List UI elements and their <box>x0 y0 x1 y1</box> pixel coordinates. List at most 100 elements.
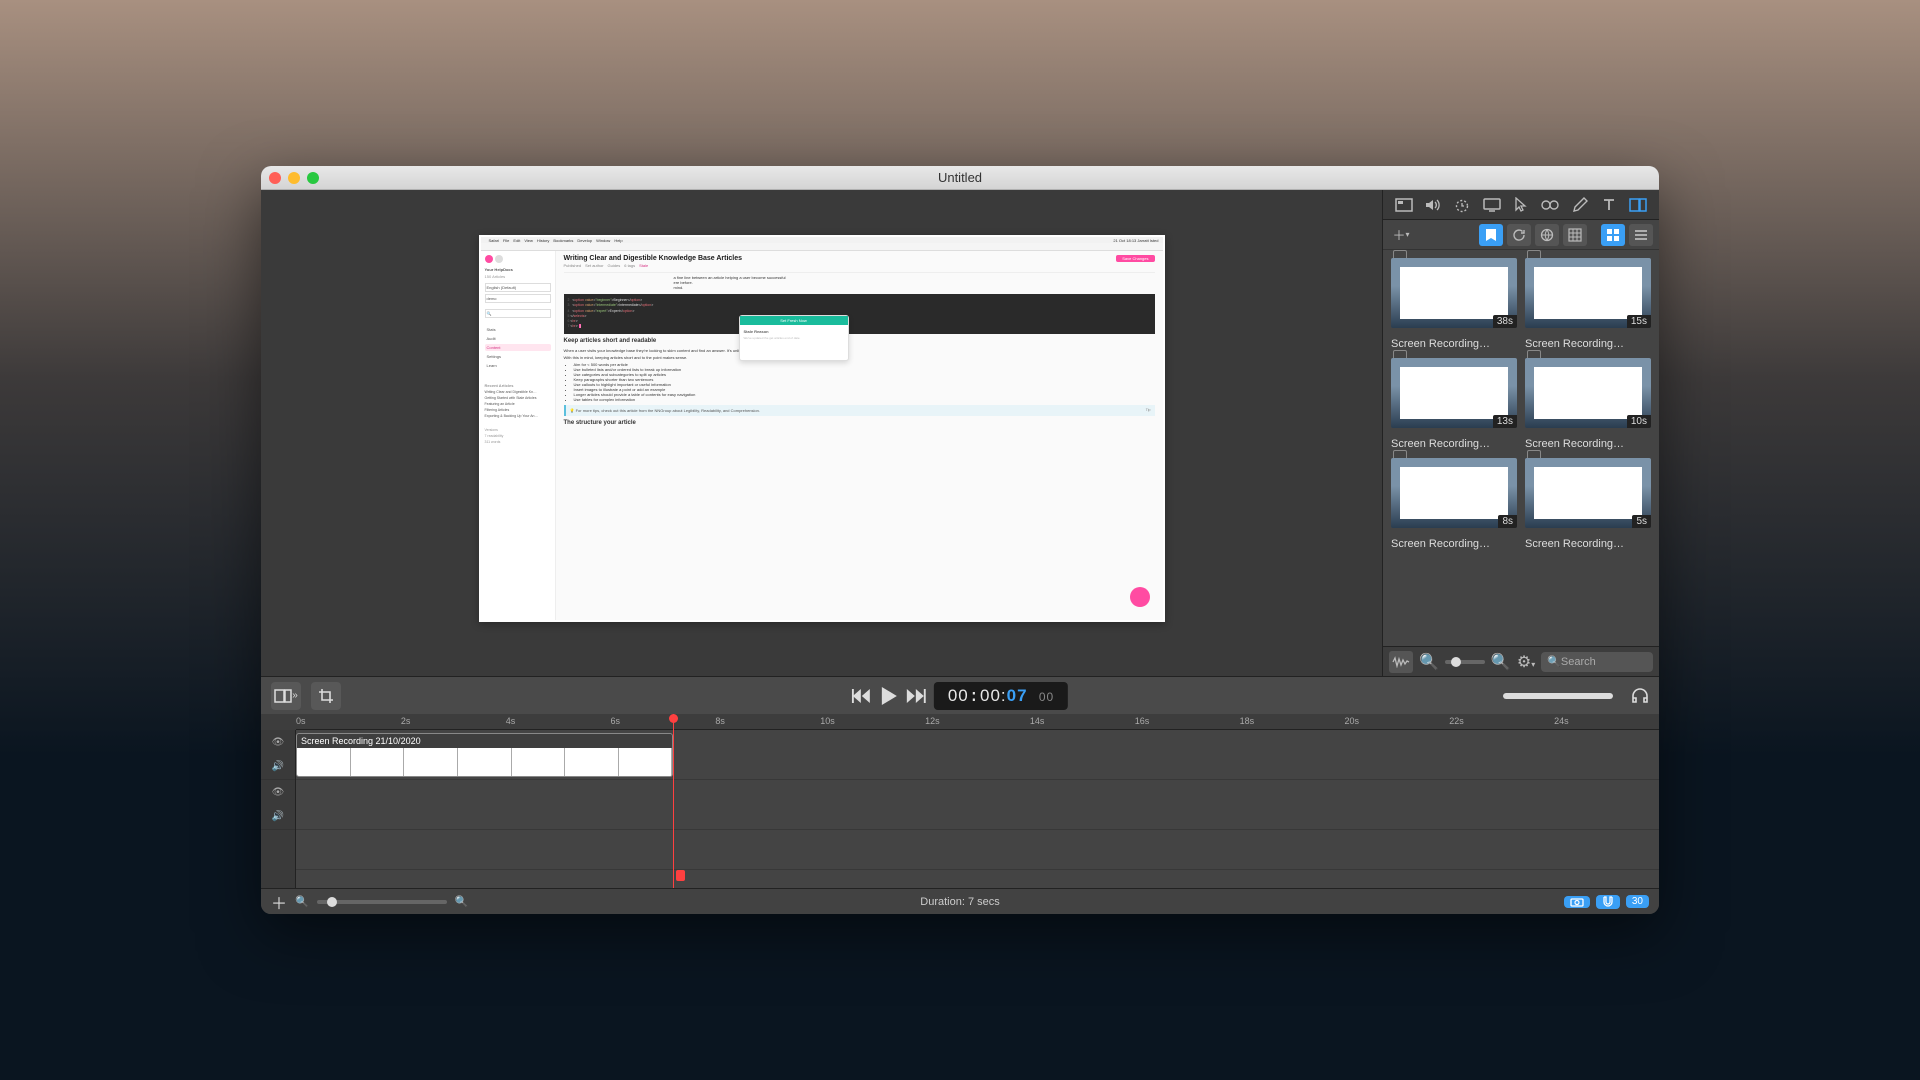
media-item[interactable]: 15sScreen Recording… <box>1525 258 1651 350</box>
eye-icon[interactable]: 👁 <box>272 787 285 798</box>
nav-settings: Settings <box>485 353 551 360</box>
crop-button[interactable] <box>311 682 341 710</box>
menu-item: Help <box>614 238 622 243</box>
ruler-tick: 24s <box>1554 716 1569 726</box>
menu-item: Window <box>596 238 610 243</box>
titlebar[interactable]: Untitled <box>261 166 1659 190</box>
zoom-in-icon[interactable]: 🔍 <box>1491 652 1511 672</box>
zoom-in-icon[interactable]: 🔍 <box>455 895 469 908</box>
env-select: demo <box>485 294 551 303</box>
timeline-zoom-slider[interactable] <box>317 900 447 904</box>
media-zoom-slider[interactable] <box>1445 660 1485 664</box>
empty-track[interactable] <box>296 830 1659 870</box>
media-thumbnail: 5s <box>1525 458 1651 528</box>
track-head-audio[interactable]: 👁 🔊 <box>261 780 295 830</box>
media-label: Screen Recording… <box>1391 538 1517 550</box>
zoom-out-icon[interactable]: 🔍 <box>1419 652 1439 672</box>
playhead[interactable] <box>673 714 674 888</box>
guides: Guides <box>608 263 621 268</box>
tc-ff: 00 <box>1039 690 1054 704</box>
view-list-icon[interactable] <box>1629 224 1653 246</box>
media-item[interactable]: 10sScreen Recording… <box>1525 358 1651 450</box>
transport-bar: » 00:00:07 00 <box>261 676 1659 714</box>
snapshot-button[interactable] <box>1564 896 1590 908</box>
eye-icon[interactable]: 👁 <box>272 737 285 748</box>
nav-stats: Stats <box>485 326 551 333</box>
tab-screen-icon[interactable] <box>1481 194 1503 216</box>
nav-audit: Audit <box>485 335 551 342</box>
media-item[interactable]: 8s Screen Recording… <box>1391 458 1517 550</box>
track-head-video[interactable]: 👁 🔊 <box>261 730 295 780</box>
minimize-window-button[interactable] <box>288 172 300 184</box>
end-marker[interactable] <box>676 870 685 881</box>
dialog-header: Set Fresh Now <box>740 316 848 325</box>
tc-ss: 07 <box>1007 686 1028 705</box>
tab-cursor-icon[interactable] <box>1510 194 1532 216</box>
filter-refresh-icon[interactable] <box>1507 224 1531 246</box>
tab-pencil-icon[interactable] <box>1569 194 1591 216</box>
inspector-tabs <box>1383 190 1659 220</box>
magnet-button[interactable] <box>1596 895 1620 909</box>
inspector-footer: 🔍 🔍 ⚙▾ 🔍 Search <box>1383 646 1659 676</box>
media-item[interactable]: 5s Screen Recording… <box>1525 458 1651 550</box>
media-thumbnail: 8s <box>1391 458 1517 528</box>
skip-forward-button[interactable] <box>906 688 926 704</box>
meta: 311 words <box>485 440 551 444</box>
timeline-ruler[interactable]: 0s2s4s6s8s10s12s14s16s18s20s22s24s <box>296 714 1659 730</box>
ruler-tick: 22s <box>1449 716 1464 726</box>
filter-grid-icon[interactable] <box>1563 224 1587 246</box>
zoom-window-button[interactable] <box>307 172 319 184</box>
ruler-tick: 0s <box>296 716 306 726</box>
media-thumbnail: 13s <box>1391 358 1517 428</box>
media-duration: 13s <box>1493 415 1517 428</box>
paragraph: When a user visits your knowledge base t… <box>564 348 1155 353</box>
article-title: Writing Clear and Digestible Knowledge B… <box>564 255 743 262</box>
media-item[interactable]: 38sScreen Recording… <box>1391 258 1517 350</box>
audio-track[interactable] <box>296 780 1659 830</box>
tab-timer-icon[interactable] <box>1451 194 1473 216</box>
layout-button[interactable]: » <box>271 682 301 710</box>
media-duration: 10s <box>1627 415 1651 428</box>
tc-mm: 00: <box>980 686 1007 705</box>
inspector-panel: ＋▾ 38sScreen Recording…15sScreen Recordi… <box>1382 190 1659 676</box>
track-rows[interactable]: Screen Recording 21/10/2020 <box>296 730 1659 888</box>
tip-text: For more tips, check out this article fr… <box>576 408 760 413</box>
tab-text-icon[interactable] <box>1598 194 1620 216</box>
play-button[interactable] <box>880 686 898 706</box>
tab-video-icon[interactable] <box>1393 194 1415 216</box>
filter-bookmark-icon[interactable] <box>1479 224 1503 246</box>
zoom-out-icon[interactable]: 🔍 <box>295 895 309 908</box>
frame-rate-badge[interactable]: 30 <box>1626 895 1649 908</box>
headphones-icon[interactable] <box>1631 688 1649 704</box>
view-grid-icon[interactable] <box>1601 224 1625 246</box>
search-placeholder: Search <box>1561 656 1596 668</box>
bullet: Use tables for complex information <box>574 397 1155 402</box>
gear-icon[interactable]: ⚙▾ <box>1517 652 1535 672</box>
volume-slider[interactable] <box>1503 693 1613 699</box>
close-window-button[interactable] <box>269 172 281 184</box>
skip-back-button[interactable] <box>852 688 872 704</box>
add-button[interactable]: ＋▾ <box>1389 224 1413 246</box>
tip-callout: 💡 For more tips, check out this article … <box>564 405 1155 416</box>
brand: Your HelpDocs <box>485 267 551 272</box>
canvas[interactable]: Safari File Edit View History Bookmarks … <box>261 190 1382 676</box>
tab-link-icon[interactable] <box>1539 194 1561 216</box>
recent-item: Featuring an Article <box>485 402 551 406</box>
media-item[interactable]: 13sScreen Recording… <box>1391 358 1517 450</box>
add-track-button[interactable]: ＋ <box>271 890 287 914</box>
filter-globe-icon[interactable] <box>1535 224 1559 246</box>
tab-audio-icon[interactable] <box>1422 194 1444 216</box>
audio-icon[interactable]: 🔊 <box>272 761 284 772</box>
media-library[interactable]: 38sScreen Recording…15sScreen Recording…… <box>1383 250 1659 646</box>
meta: 7 readability <box>485 434 551 438</box>
media-label: Screen Recording… <box>1525 338 1651 350</box>
video-clip[interactable]: Screen Recording 21/10/2020 <box>296 733 673 777</box>
media-search[interactable]: 🔍 Search <box>1541 652 1653 672</box>
video-preview[interactable]: Safari File Edit View History Bookmarks … <box>479 235 1165 622</box>
media-label: Screen Recording… <box>1525 538 1651 550</box>
video-track[interactable]: Screen Recording 21/10/2020 <box>296 730 1659 780</box>
preview-content: Safari File Edit View History Bookmarks … <box>481 237 1163 620</box>
audio-icon[interactable]: 🔊 <box>272 811 284 822</box>
waveform-icon[interactable] <box>1389 651 1413 673</box>
tab-media-icon[interactable] <box>1627 194 1649 216</box>
